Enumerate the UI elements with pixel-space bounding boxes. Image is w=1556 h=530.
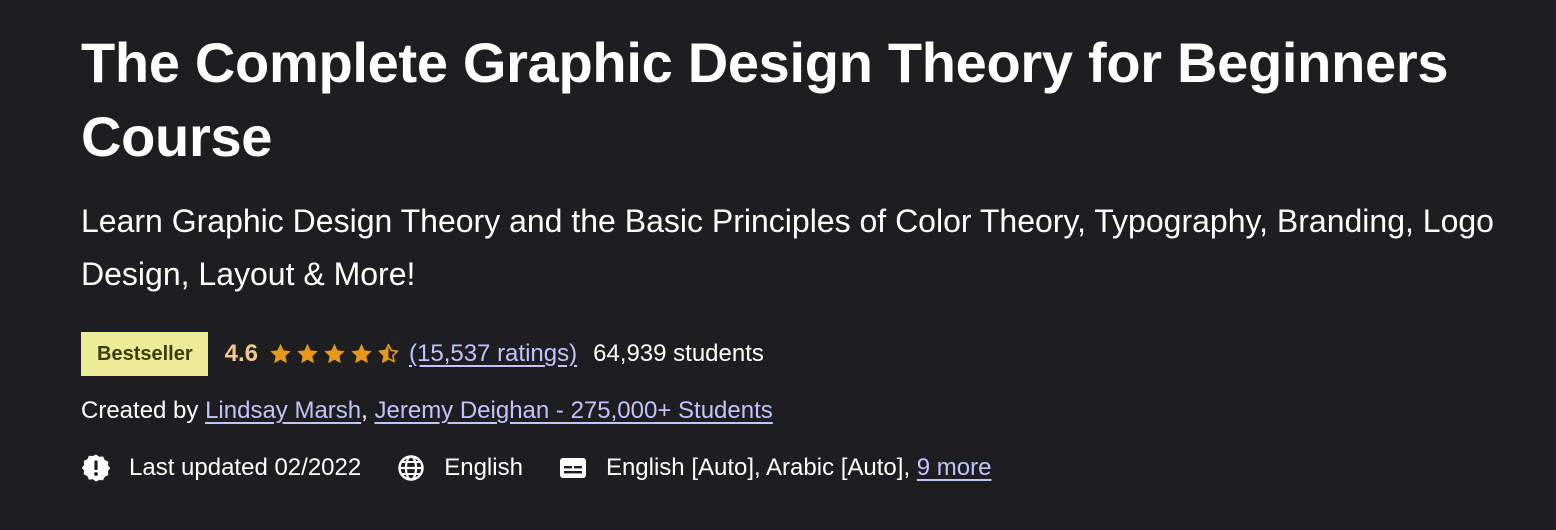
language-text: English xyxy=(444,454,523,481)
star-icon xyxy=(351,343,372,364)
captions-item: English [Auto], Arabic [Auto], 9 more xyxy=(558,453,992,483)
captions-more-link[interactable]: 9 more xyxy=(917,454,992,482)
last-updated-text: Last updated 02/2022 xyxy=(129,454,362,481)
ratings-count-link[interactable]: (15,537 ratings) xyxy=(409,340,577,368)
closed-captions-icon xyxy=(559,458,586,478)
globe-icon xyxy=(398,455,424,481)
star-icon xyxy=(270,343,291,364)
course-subtitle: Learn Graphic Design Theory and the Basi… xyxy=(81,203,1494,292)
rating-stars xyxy=(268,342,401,366)
bestseller-badge: Bestseller xyxy=(81,332,208,376)
students-count: 64,939 students xyxy=(593,340,764,367)
language-item: English xyxy=(396,453,523,483)
course-info-row: Last updated 02/2022 English English [Au… xyxy=(81,450,991,486)
star-icon xyxy=(297,343,318,364)
course-rating-row: Bestseller 4.6 (15,537 ratings) 64,939 s… xyxy=(81,332,764,376)
alert-badge-icon xyxy=(81,454,111,482)
created-by-label: Created by xyxy=(81,397,199,424)
half-star-icon xyxy=(378,343,399,364)
captions-text: English [Auto], Arabic [Auto], xyxy=(605,454,911,481)
course-header: The Complete Graphic Design Theory for B… xyxy=(0,0,1556,530)
star-icon xyxy=(324,343,345,364)
instructor-separator: , xyxy=(361,397,375,424)
created-by-row: Created by Lindsay Marsh, Jeremy Deighan… xyxy=(81,394,773,428)
instructor-link-lindsay-marsh[interactable]: Lindsay Marsh xyxy=(205,397,361,424)
rating-score: 4.6 xyxy=(224,340,258,367)
course-title: The Complete Graphic Design Theory for B… xyxy=(81,31,1449,168)
instructor-link-jeremy-deighan[interactable]: Jeremy Deighan - 275,000+ Students xyxy=(375,397,773,424)
last-updated-item: Last updated 02/2022 xyxy=(81,453,361,483)
